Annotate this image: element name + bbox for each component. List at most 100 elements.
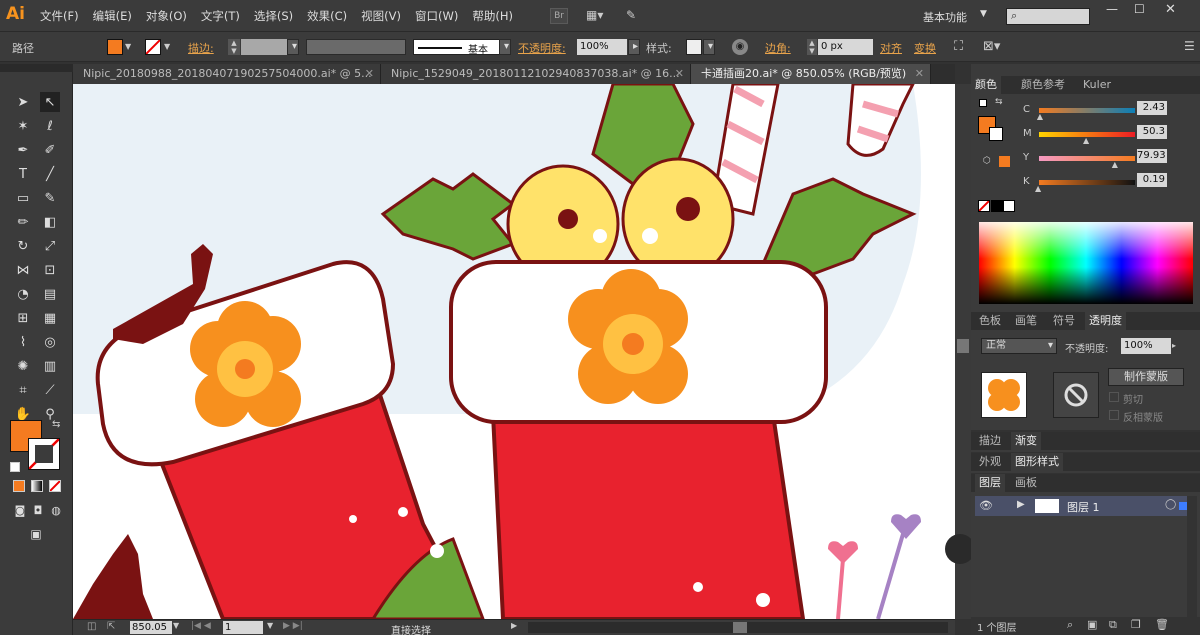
tab-transparency[interactable]: 透明度 <box>1085 312 1126 330</box>
transform-each-icon[interactable]: ⊠▾ <box>983 39 1000 54</box>
close-icon[interactable]: ✕ <box>1165 2 1176 17</box>
corner-label[interactable]: 边角: <box>765 40 791 56</box>
align-link[interactable]: 对齐 <box>880 40 902 56</box>
lasso-tool-icon[interactable]: ℓ <box>40 116 60 136</box>
slice-tool-icon[interactable]: ⟋ <box>40 380 60 400</box>
paintbrush-tool-icon[interactable]: ✎ <box>40 188 60 208</box>
close-tab-icon[interactable]: ✕ <box>915 64 924 84</box>
slider-c-track[interactable] <box>1039 108 1135 113</box>
scrollbar-thumb[interactable] <box>957 339 969 353</box>
color-spectrum[interactable] <box>979 222 1193 304</box>
maximize-icon[interactable]: ☐ <box>1134 2 1145 16</box>
blend-mode-select[interactable]: 正常 ▾ <box>981 338 1057 354</box>
menu-select[interactable]: 选择(S) <box>254 8 293 24</box>
horizontal-scrollbar[interactable] <box>528 622 948 633</box>
default-colors-icon[interactable] <box>10 462 20 472</box>
swap-colors-icon[interactable]: ⇆ <box>52 419 60 430</box>
opacity-field[interactable]: 100% <box>577 39 627 55</box>
tab-gradient[interactable]: 渐变 <box>1011 432 1041 450</box>
slider-c-thumb-icon[interactable]: ▲ <box>1037 112 1043 121</box>
corner-stepper[interactable]: ▲ ▼ <box>807 39 817 55</box>
tab-document-3[interactable]: 卡通插画20.ai* @ 850.05% (RGB/预览) ✕ <box>691 64 931 84</box>
symbol-sprayer-tool-icon[interactable]: ✺ <box>13 356 33 376</box>
tools-panel-grip[interactable] <box>0 64 73 72</box>
rotate-tool-icon[interactable]: ↻ <box>13 236 33 256</box>
status-icon[interactable]: ◫ <box>87 621 96 632</box>
selection-indicator[interactable] <box>1179 502 1187 510</box>
draw-behind-icon[interactable]: ◘ <box>28 500 48 520</box>
tab-layers[interactable]: 图层 <box>975 474 1005 492</box>
scale-tool-icon[interactable]: ⤢ <box>40 236 60 256</box>
new-layer-icon[interactable]: ❐ <box>1131 618 1141 631</box>
draw-normal-icon[interactable]: ◙ <box>10 500 30 520</box>
fill-chevron-icon[interactable]: ▼ <box>125 42 131 51</box>
artboard-canvas[interactable] <box>73 84 955 619</box>
tab-stroke[interactable]: 描边 <box>975 432 1005 450</box>
screen-mode-icon[interactable]: ▣ <box>26 524 46 544</box>
opacity-chevron-icon[interactable]: ▸ <box>628 39 640 55</box>
tab-artboards[interactable]: 画板 <box>1011 474 1041 492</box>
slider-k-track[interactable] <box>1039 180 1135 185</box>
transform-link[interactable]: 变换 <box>914 40 936 56</box>
line-tool-icon[interactable]: ╱ <box>40 164 60 184</box>
brush-definition[interactable]: 基本 <box>413 39 511 56</box>
last-artboard-icon[interactable]: ▶ ▶| <box>283 621 303 631</box>
fill-swatch[interactable] <box>107 39 123 55</box>
column-graph-tool-icon[interactable]: ▥ <box>40 356 60 376</box>
invert-mask-checkbox[interactable] <box>1109 410 1119 420</box>
transparency-opacity-field[interactable]: 100% <box>1121 338 1171 354</box>
panel-menu-icon[interactable]: ☰ <box>1184 39 1195 53</box>
rectangle-tool-icon[interactable]: ▭ <box>13 188 33 208</box>
default-colors-icon[interactable] <box>979 99 987 107</box>
corner-radius-field[interactable]: 0 px <box>818 39 873 55</box>
direct-selection-tool-icon[interactable]: ↖ <box>40 92 60 112</box>
slider-k-thumb-icon[interactable]: ▲ <box>1035 184 1041 193</box>
magic-wand-tool-icon[interactable]: ✶ <box>13 116 33 136</box>
draw-inside-icon[interactable]: ◍ <box>46 500 66 520</box>
close-tab-icon[interactable]: ✕ <box>675 64 684 84</box>
menu-view[interactable]: 视图(V) <box>361 8 401 24</box>
white-swatch[interactable] <box>1003 200 1015 212</box>
out-of-gamut-icon[interactable]: ⬡ <box>983 156 991 166</box>
gradient-mode-icon[interactable] <box>31 480 43 492</box>
locate-object-icon[interactable]: ⌕ <box>1067 618 1073 632</box>
tab-kuler[interactable]: Kuler <box>1079 76 1115 94</box>
close-tab-icon[interactable]: ✕ <box>365 64 374 84</box>
object-thumbnail[interactable] <box>981 372 1027 418</box>
stroke-label[interactable]: 描边: <box>188 40 214 56</box>
gpu-icon[interactable]: ✎ <box>626 8 644 24</box>
stroke-chevron-icon[interactable]: ▼ <box>164 42 170 51</box>
brush-chevron-icon[interactable]: ▾ <box>499 39 511 55</box>
workspace-switcher[interactable]: 基本功能 <box>923 9 967 25</box>
slider-y-value[interactable]: 79.93 <box>1137 149 1167 163</box>
menu-object[interactable]: 对象(O) <box>146 8 187 24</box>
stroke-weight-dropdown[interactable]: ▾ <box>287 39 299 55</box>
gradient-tool-icon[interactable]: ▦ <box>40 308 60 328</box>
horizontal-scrollbar-thumb[interactable] <box>733 622 747 633</box>
free-transform-tool-icon[interactable]: ⊡ <box>40 260 60 280</box>
layer-name[interactable]: 图层 1 <box>1067 499 1100 515</box>
slider-y-track[interactable] <box>1039 156 1135 161</box>
black-swatch[interactable] <box>991 200 1003 212</box>
blend-tool-icon[interactable]: ◎ <box>40 332 60 352</box>
gamut-color-swatch[interactable] <box>999 156 1010 167</box>
slider-m-value[interactable]: 50.3 <box>1137 125 1167 139</box>
eyedropper-tool-icon[interactable]: ⌇ <box>13 332 33 352</box>
tab-swatches[interactable]: 色板 <box>975 312 1005 330</box>
artboard-number-field[interactable]: 1 <box>223 621 263 634</box>
expand-arrow-icon[interactable]: ▶ <box>1017 499 1025 510</box>
artboard-chevron-icon[interactable]: ▼ <box>267 621 273 630</box>
export-icon[interactable]: ⇱ <box>107 621 115 632</box>
status-menu-icon[interactable]: ▶ <box>511 621 517 630</box>
first-artboard-icon[interactable]: |◀ ◀ <box>191 621 211 631</box>
clip-checkbox[interactable] <box>1109 392 1119 402</box>
minimize-icon[interactable]: — <box>1106 2 1118 16</box>
new-sublayer-icon[interactable]: ⧉ <box>1109 618 1117 632</box>
zoom-field[interactable]: 850.05 <box>130 621 172 634</box>
curvature-tool-icon[interactable]: ✐ <box>40 140 60 160</box>
swap-colors-icon[interactable]: ⇆ <box>995 97 1003 107</box>
tab-color[interactable]: 颜色 <box>971 76 1001 94</box>
zoom-chevron-icon[interactable]: ▼ <box>173 621 179 630</box>
variable-width-profile[interactable] <box>306 39 406 55</box>
menu-window[interactable]: 窗口(W) <box>415 8 458 24</box>
